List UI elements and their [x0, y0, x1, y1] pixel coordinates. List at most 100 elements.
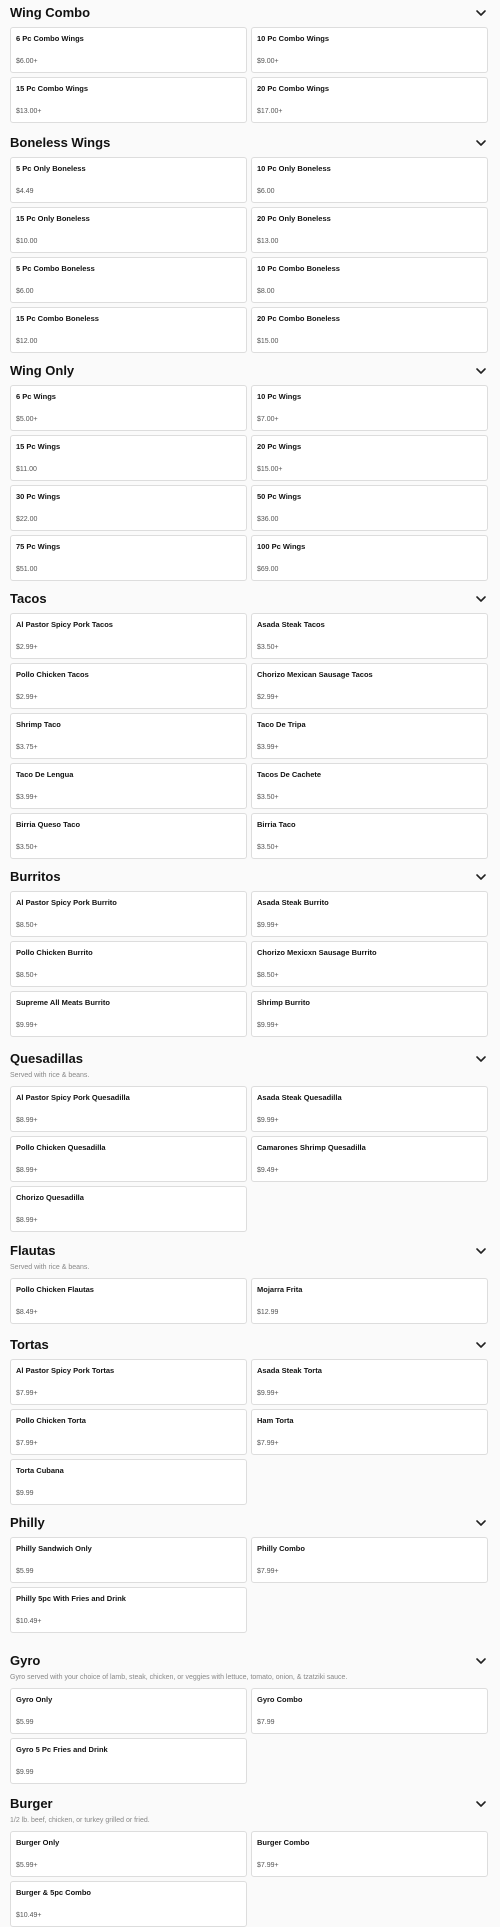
menu-item-card[interactable]: 15 Pc Wings $11.00 — [10, 435, 247, 481]
menu-item-card[interactable]: 5 Pc Only Boneless $4.49 — [10, 157, 247, 203]
menu-item-card[interactable]: 6 Pc Wings $5.00+ — [10, 385, 247, 431]
chevron-down-icon[interactable] — [474, 1052, 488, 1066]
menu-item-card[interactable]: Ham Torta $7.99+ — [251, 1409, 488, 1455]
menu-item-card[interactable]: Chorizo Mexican Sausage Tacos $2.99+ — [251, 663, 488, 709]
chevron-down-icon[interactable] — [474, 364, 488, 378]
menu-item-card[interactable]: Asada Steak Quesadilla $9.99+ — [251, 1086, 488, 1132]
chevron-down-icon[interactable] — [474, 592, 488, 606]
menu-item-card[interactable]: 10 Pc Combo Boneless $8.00 — [251, 257, 488, 303]
menu-item-card[interactable]: Shrimp Burrito $9.99+ — [251, 991, 488, 1037]
menu-item-card[interactable]: 100 Pc Wings $69.00 — [251, 535, 488, 581]
menu-item-card[interactable]: Pollo Chicken Flautas $8.49+ — [10, 1278, 247, 1324]
menu-item-price: $9.99 — [16, 1769, 34, 1776]
menu-section-tacos: Tacos Al Pastor Spicy Pork Tacos $2.99+ Asa… — [10, 590, 488, 859]
menu-item-card[interactable]: 15 Pc Only Boneless $10.00 — [10, 207, 247, 253]
menu-item-card[interactable]: Camarones Shrimp Quesadilla $9.49+ — [251, 1136, 488, 1182]
section-header[interactable]: Flautas — [10, 1242, 488, 1260]
menu-item-card[interactable]: Supreme All Meats Burrito $9.99+ — [10, 991, 247, 1037]
menu-item-name: Al Pastor Spicy Pork Tortas — [16, 1366, 115, 1375]
menu-item-card[interactable]: Gyro Combo $7.99 — [251, 1688, 488, 1734]
chevron-down-icon[interactable] — [474, 1338, 488, 1352]
menu-item-card[interactable]: 30 Pc Wings $22.00 — [10, 485, 247, 531]
menu-item-card[interactable]: Asada Steak Tacos $3.50+ — [251, 613, 488, 659]
menu-item-name: 20 Pc Wings — [257, 442, 302, 451]
chevron-down-icon[interactable] — [474, 136, 488, 150]
chevron-down-icon[interactable] — [474, 1797, 488, 1811]
chevron-down-icon[interactable] — [474, 870, 488, 884]
menu-item-card[interactable]: 20 Pc Combo Wings $17.00+ — [251, 77, 488, 123]
section-title: Tacos — [10, 591, 47, 606]
chevron-down-icon[interactable] — [474, 1516, 488, 1530]
menu-item-name: Al Pastor Spicy Pork Quesadilla — [16, 1093, 130, 1102]
menu-item-card[interactable]: Taco De Tripa $3.99+ — [251, 713, 488, 759]
menu-item-price: $3.99+ — [16, 794, 38, 801]
chevron-down-icon[interactable] — [474, 1244, 488, 1258]
menu-item-card[interactable]: Burger & 5pc Combo $10.49+ — [10, 1881, 247, 1927]
menu-item-card[interactable]: Philly 5pc With Fries and Drink $10.49+ — [10, 1587, 247, 1633]
menu-item-card[interactable]: Pollo Chicken Tacos $2.99+ — [10, 663, 247, 709]
menu-item-price: $9.99+ — [257, 1390, 279, 1397]
menu-item-name: Gyro 5 Pc Fries and Drink — [16, 1745, 108, 1754]
section-header[interactable]: Tacos — [10, 590, 488, 608]
menu-item-card[interactable]: Burger Only $5.99+ — [10, 1831, 247, 1877]
menu-item-price: $7.99+ — [16, 1390, 38, 1397]
menu-item-name: Taco De Tripa — [257, 720, 306, 729]
menu-item-card[interactable]: Birria Queso Taco $3.50+ — [10, 813, 247, 859]
section-header[interactable]: Burger — [10, 1795, 488, 1813]
menu-item-card[interactable]: 5 Pc Combo Boneless $6.00 — [10, 257, 247, 303]
section-header[interactable]: Burritos — [10, 868, 488, 886]
menu-item-card[interactable]: Al Pastor Spicy Pork Tacos $2.99+ — [10, 613, 247, 659]
menu-item-price: $7.99+ — [16, 1440, 38, 1447]
menu-item-grid: Al Pastor Spicy Pork Tacos $2.99+ Asada St… — [10, 613, 488, 859]
section-header[interactable]: Gyro — [10, 1652, 488, 1670]
menu-item-card[interactable]: 20 Pc Wings $15.00+ — [251, 435, 488, 481]
menu-item-card[interactable]: Al Pastor Spicy Pork Quesadilla $8.99+ — [10, 1086, 247, 1132]
section-header[interactable]: Wing Combo — [10, 4, 488, 22]
chevron-down-icon[interactable] — [474, 6, 488, 20]
menu-item-card[interactable]: Birria Taco $3.50+ — [251, 813, 488, 859]
menu-item-card[interactable]: Torta Cubana $9.99 — [10, 1459, 247, 1505]
menu-item-card[interactable]: Gyro Only $5.99 — [10, 1688, 247, 1734]
menu-item-card[interactable]: 10 Pc Combo Wings $9.00+ — [251, 27, 488, 73]
menu-section-gyro: Gyro Gyro served with your choice of lamb… — [10, 1652, 488, 1784]
menu-item-card[interactable]: 50 Pc Wings $36.00 — [251, 485, 488, 531]
menu-item-card[interactable]: Chorizo Quesadilla $8.99+ — [10, 1186, 247, 1232]
menu-section-burritos: Burritos Al Pastor Spicy Pork Burrito $8.5… — [10, 868, 488, 1037]
menu-item-card[interactable]: Mojarra Frita $12.99 — [251, 1278, 488, 1324]
menu-item-card[interactable]: 10 Pc Wings $7.00+ — [251, 385, 488, 431]
menu-item-card[interactable]: Shrimp Taco $3.75+ — [10, 713, 247, 759]
menu-item-price: $9.00+ — [257, 58, 279, 65]
menu-item-card[interactable]: Burger Combo $7.99+ — [251, 1831, 488, 1877]
section-header[interactable]: Quesadillas — [10, 1050, 488, 1068]
menu-item-card[interactable]: 15 Pc Combo Boneless $12.00 — [10, 307, 247, 353]
menu-item-card[interactable]: Asada Steak Torta $9.99+ — [251, 1359, 488, 1405]
menu-item-card[interactable]: 6 Pc Combo Wings $6.00+ — [10, 27, 247, 73]
menu-item-card[interactable]: 75 Pc Wings $51.00 — [10, 535, 247, 581]
section-title: Philly — [10, 1515, 45, 1530]
menu-item-card[interactable]: Philly Sandwich Only $5.99 — [10, 1537, 247, 1583]
section-title: Burger — [10, 1796, 53, 1811]
menu-item-card[interactable]: Gyro 5 Pc Fries and Drink $9.99 — [10, 1738, 247, 1784]
menu-item-card[interactable]: Asada Steak Burrito $9.99+ — [251, 891, 488, 937]
menu-item-name: 15 Pc Combo Boneless — [16, 314, 99, 323]
menu-item-card[interactable]: 10 Pc Only Boneless $6.00 — [251, 157, 488, 203]
menu-item-card[interactable]: Pollo Chicken Quesadilla $8.99+ — [10, 1136, 247, 1182]
menu-item-card[interactable]: Philly Combo $7.99+ — [251, 1537, 488, 1583]
menu-item-card[interactable]: 15 Pc Combo Wings $13.00+ — [10, 77, 247, 123]
section-header[interactable]: Boneless Wings — [10, 134, 488, 152]
menu-item-card[interactable]: 20 Pc Combo Boneless $15.00 — [251, 307, 488, 353]
section-header[interactable]: Philly — [10, 1514, 488, 1532]
menu-item-card[interactable]: Pollo Chicken Burrito $8.50+ — [10, 941, 247, 987]
menu-item-card[interactable]: Tacos De Cachete $3.50+ — [251, 763, 488, 809]
section-header[interactable]: Wing Only — [10, 362, 488, 380]
menu-item-card[interactable]: 20 Pc Only Boneless $13.00 — [251, 207, 488, 253]
menu-item-card[interactable]: Al Pastor Spicy Pork Tortas $7.99+ — [10, 1359, 247, 1405]
menu-item-card[interactable]: Chorizo Mexicxn Sausage Burrito $8.50+ — [251, 941, 488, 987]
menu-item-card[interactable]: Pollo Chicken Torta $7.99+ — [10, 1409, 247, 1455]
menu-item-card[interactable]: Taco De Lengua $3.99+ — [10, 763, 247, 809]
menu-item-card[interactable]: Al Pastor Spicy Pork Burrito $8.50+ — [10, 891, 247, 937]
section-header[interactable]: Tortas — [10, 1336, 488, 1354]
menu-item-price: $10.49+ — [16, 1618, 42, 1625]
menu-item-price: $2.99+ — [16, 694, 38, 701]
chevron-down-icon[interactable] — [474, 1654, 488, 1668]
